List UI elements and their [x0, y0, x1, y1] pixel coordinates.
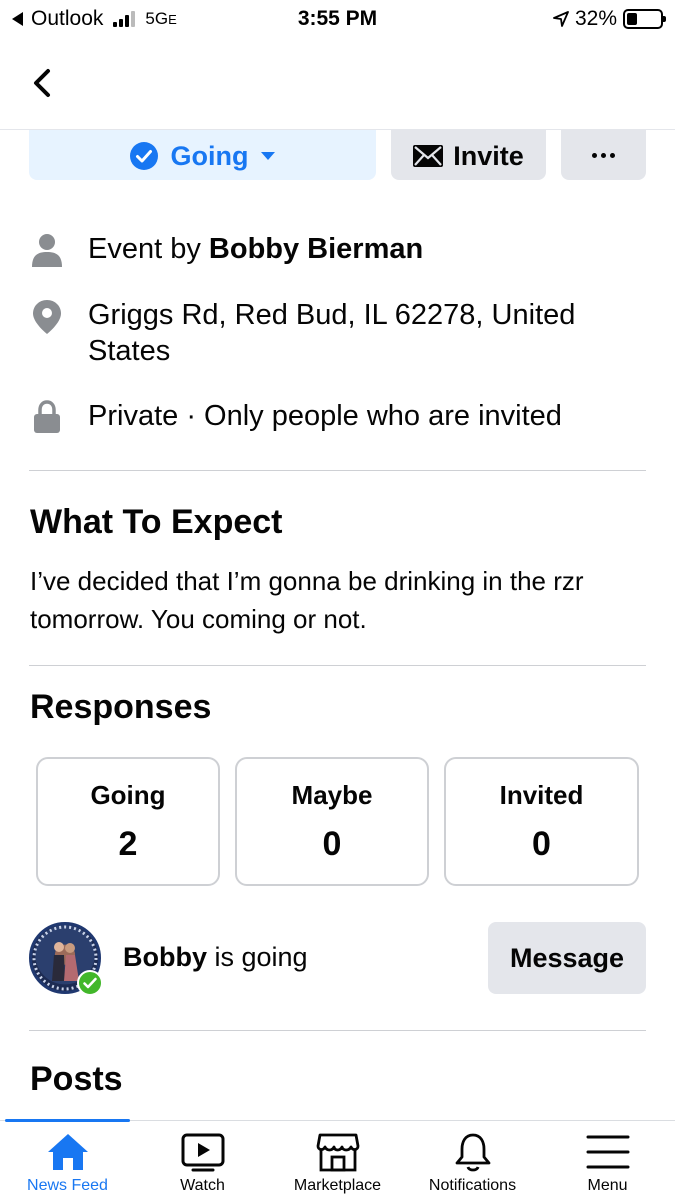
privacy-text: Private · Only people who are invited: [88, 400, 562, 432]
bell-icon: [453, 1131, 493, 1173]
tab-label: Marketplace: [293, 1177, 382, 1194]
responses-title: Responses: [30, 688, 212, 726]
going-check-icon: [77, 970, 103, 996]
battery-percent: 32%: [574, 7, 617, 30]
card-label: Invited: [499, 779, 584, 810]
home-icon: [46, 1131, 90, 1173]
tab-label: Notifications: [428, 1177, 517, 1194]
marketplace-icon: [316, 1131, 360, 1173]
divider: [29, 665, 646, 666]
map-pin-icon: [30, 297, 64, 369]
event-description: I’ve decided that I’m gonna be drinking …: [30, 566, 584, 634]
status-bar: Outlook 5GE 3:55 PM 32%: [0, 0, 675, 38]
maybe-count-card[interactable]: Maybe 0: [235, 757, 429, 886]
location-text[interactable]: Griggs Rd, Red Bud, IL 62278, United Sta…: [88, 297, 650, 369]
lock-icon: [30, 398, 64, 434]
tab-notifications[interactable]: Notifications: [405, 1121, 540, 1200]
status-right: 32%: [553, 7, 666, 31]
divider: [29, 470, 646, 471]
attendee-row: Bobby is going Message: [29, 922, 646, 996]
check-circle-icon: [129, 142, 158, 170]
attendee-status: Bobby is going: [123, 942, 308, 972]
invite-label: Invite: [453, 140, 524, 171]
location-arrow-icon: [553, 11, 569, 27]
tab-label: Watch: [180, 1177, 225, 1194]
battery-icon: [623, 9, 666, 29]
nav-header: [0, 38, 675, 130]
tab-menu[interactable]: Menu: [540, 1121, 675, 1200]
bottom-tab-bar: News Feed Watch Marketplace Notification…: [0, 1119, 675, 1200]
watch-icon: [181, 1131, 225, 1173]
posts-title: Posts: [30, 1060, 123, 1098]
host-row: Event by Bobby Bierman: [30, 231, 650, 267]
tab-news-feed[interactable]: News Feed: [0, 1119, 135, 1200]
response-cards: Going 2 Maybe 0 Invited 0: [36, 757, 639, 886]
what-to-expect-title: What To Expect: [30, 503, 283, 541]
person-icon: [30, 231, 64, 267]
host-text: Event by Bobby Bierman: [88, 233, 424, 265]
card-label: Maybe: [291, 779, 373, 810]
caret-down-icon: [261, 152, 276, 160]
menu-icon: [586, 1131, 630, 1173]
host-name[interactable]: Bobby Bierman: [209, 233, 423, 265]
tab-watch[interactable]: Watch: [135, 1121, 270, 1200]
location-row: Griggs Rd, Red Bud, IL 62278, United Sta…: [30, 297, 650, 369]
message-button[interactable]: Message: [488, 922, 646, 994]
privacy-row: Private · Only people who are invited: [30, 398, 650, 434]
invited-count-card[interactable]: Invited 0: [444, 757, 639, 886]
attendee-name[interactable]: Bobby: [123, 942, 207, 972]
card-count: 0: [322, 824, 342, 863]
going-count-card[interactable]: Going 2: [36, 757, 220, 886]
divider: [29, 1030, 646, 1031]
tab-label: News Feed: [27, 1177, 108, 1194]
card-count: 2: [118, 824, 138, 863]
tab-marketplace[interactable]: Marketplace: [270, 1121, 405, 1200]
back-chevron-icon[interactable]: [32, 68, 52, 98]
envelope-icon: [413, 145, 444, 167]
card-label: Going: [90, 779, 166, 810]
more-dots-icon: [592, 152, 615, 158]
going-label: Going: [170, 140, 249, 171]
tab-label: Menu: [587, 1177, 628, 1194]
card-count: 0: [532, 824, 551, 863]
